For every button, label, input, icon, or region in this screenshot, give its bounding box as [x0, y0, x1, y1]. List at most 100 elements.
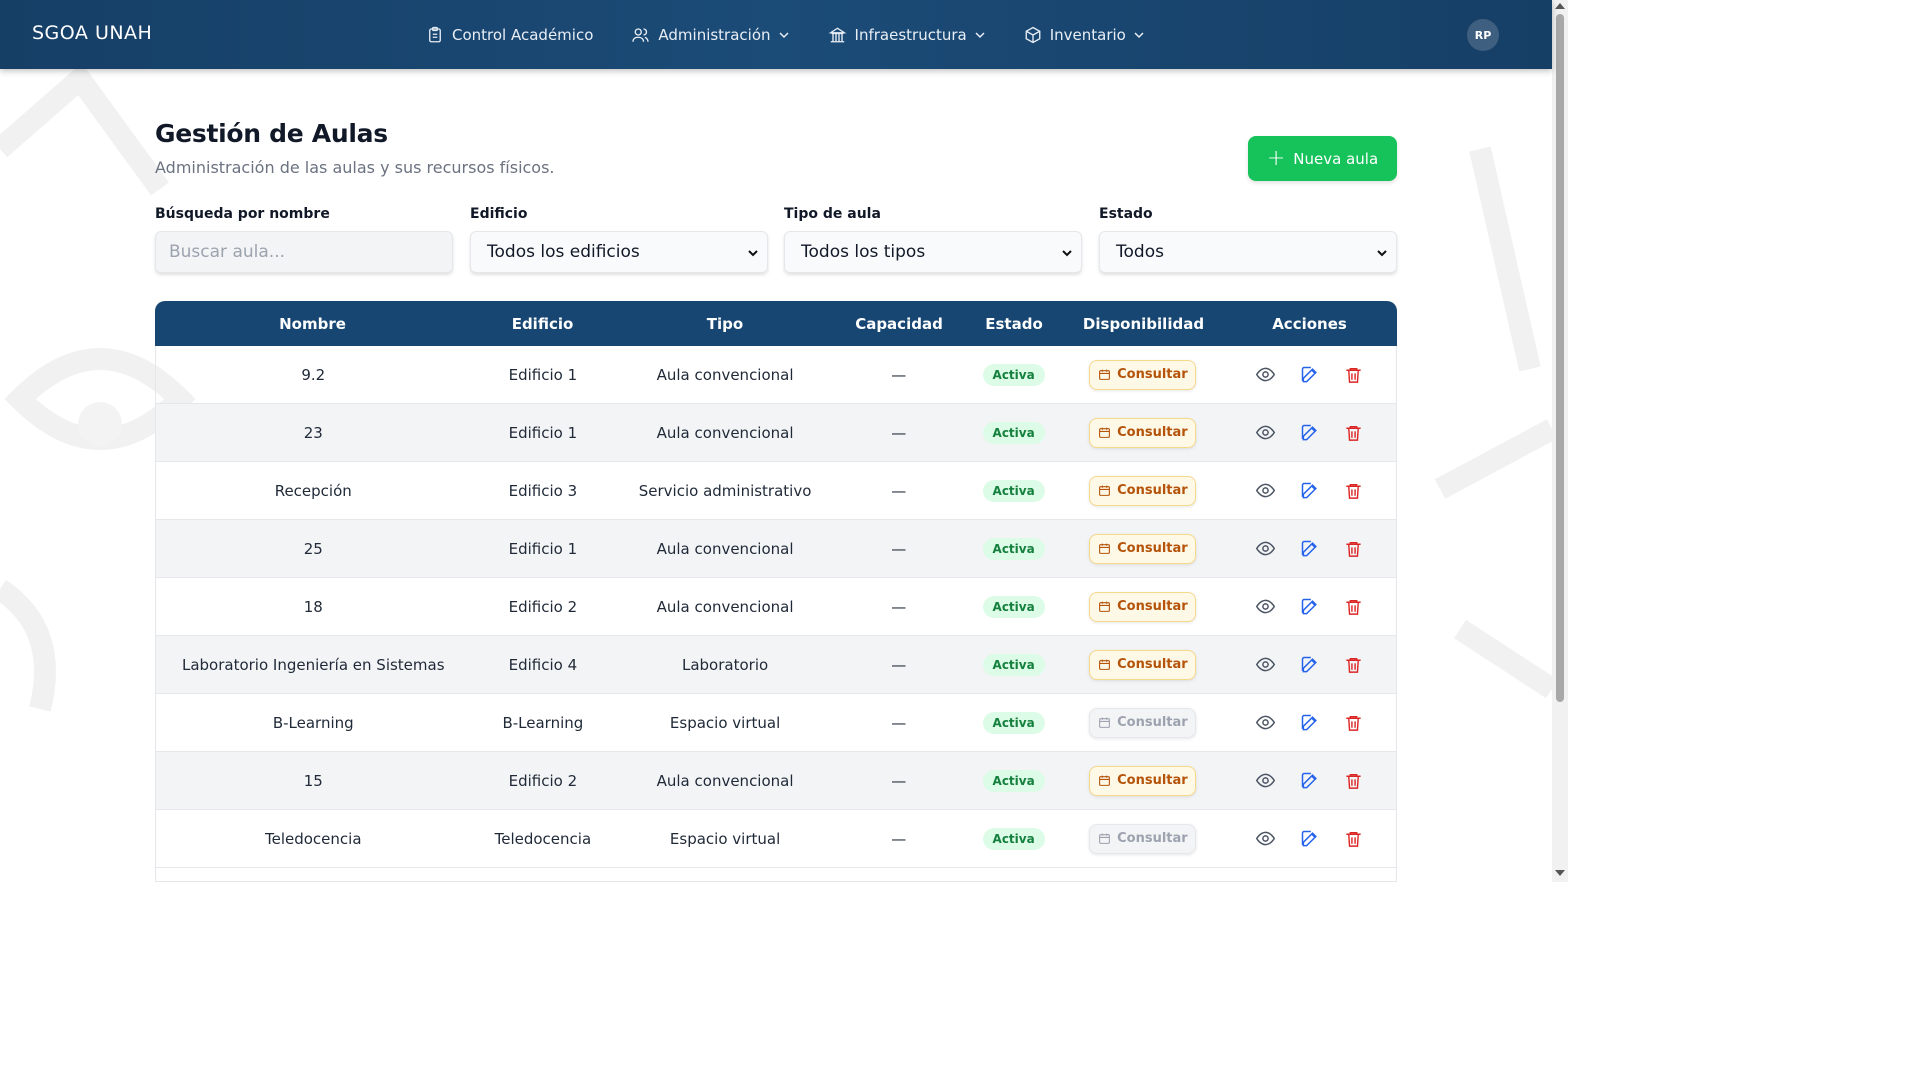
view-icon[interactable]	[1255, 654, 1276, 675]
search-input[interactable]: Buscar aula...	[155, 231, 453, 273]
delete-icon[interactable]	[1344, 481, 1363, 501]
status-badge: Activa	[982, 711, 1045, 734]
calendar-icon	[1099, 485, 1111, 496]
filter-label: Edificio	[470, 206, 528, 222]
building-select[interactable]: Todos los edificios	[470, 231, 768, 273]
column-header[interactable]: Capacidad	[835, 315, 963, 333]
edit-icon[interactable]	[1300, 713, 1320, 733]
edit-icon[interactable]	[1300, 829, 1320, 849]
column-header[interactable]: Edificio	[470, 315, 615, 333]
table-row[interactable]: 18 Edificio 2 Aula convencional — Activa…	[155, 578, 1397, 636]
delete-icon[interactable]	[1344, 539, 1363, 559]
view-icon[interactable]	[1255, 596, 1276, 617]
cell-capacity: —	[891, 829, 907, 848]
delete-icon[interactable]	[1344, 423, 1363, 443]
consult-button[interactable]: Consultar	[1089, 475, 1197, 506]
cell-availability: Consultar	[1065, 533, 1222, 564]
column-header[interactable]: Tipo	[615, 315, 835, 333]
cell-type: Aula convencional	[656, 771, 794, 790]
filter-label: Estado	[1099, 206, 1153, 222]
column-header[interactable]: Nombre	[155, 315, 470, 333]
cell-availability: Consultar	[1065, 649, 1222, 680]
edit-icon[interactable]	[1300, 597, 1320, 617]
page-scrollbar[interactable]	[1552, 0, 1568, 882]
table-row[interactable]: Teledocencia Teledocencia Espacio virtua…	[155, 810, 1397, 868]
consult-label: Consultar	[1117, 599, 1188, 614]
edit-icon[interactable]	[1300, 423, 1320, 443]
delete-icon[interactable]	[1344, 655, 1363, 675]
table-row[interactable]: Recepción Edificio 3 Servicio administra…	[155, 462, 1397, 520]
calendar-icon	[1099, 543, 1111, 554]
cell-capacity: —	[891, 771, 907, 790]
consult-button[interactable]: Consultar	[1089, 649, 1197, 680]
view-icon[interactable]	[1255, 364, 1276, 385]
table-row[interactable]: 25 Edificio 1 Aula convencional — Activa…	[155, 520, 1397, 578]
nav-label: Inventario	[1049, 25, 1126, 44]
cell-status: Activa	[963, 827, 1065, 850]
edit-icon[interactable]	[1300, 539, 1320, 559]
cell-availability: Consultar	[1065, 765, 1222, 796]
view-icon[interactable]	[1255, 712, 1276, 733]
delete-icon[interactable]	[1344, 597, 1363, 617]
delete-icon[interactable]	[1344, 365, 1363, 385]
cell-actions	[1221, 480, 1396, 501]
consult-button[interactable]: Consultar	[1089, 533, 1197, 564]
cell-type: Servicio administrativo	[638, 481, 812, 500]
column-header[interactable]: Acciones	[1222, 315, 1397, 333]
edit-icon[interactable]	[1300, 365, 1320, 385]
edit-icon[interactable]	[1300, 481, 1320, 501]
calendar-icon	[1099, 369, 1111, 380]
edit-icon[interactable]	[1300, 655, 1320, 675]
nav-inventario[interactable]: Inventario	[1024, 26, 1145, 44]
cell-name: Laboratorio Ingeniería en Sistemas	[181, 655, 445, 674]
status-select[interactable]: Todos	[1099, 231, 1397, 273]
nav-control-academico[interactable]: Control Académico	[426, 26, 593, 44]
view-icon[interactable]	[1255, 422, 1276, 443]
cell-actions	[1221, 828, 1396, 849]
consult-button[interactable]: Consultar	[1089, 359, 1197, 390]
cell-status: Activa	[963, 537, 1065, 560]
nav-infraestructura[interactable]: Infraestructura	[828, 26, 986, 44]
consult-label: Consultar	[1117, 715, 1188, 730]
table-row[interactable]: 9.2 Edificio 1 Aula convencional — Activ…	[155, 346, 1397, 404]
chevron-down-icon	[1134, 31, 1144, 38]
cell-availability: Consultar	[1065, 707, 1222, 738]
consult-button: Consultar	[1089, 823, 1197, 854]
scroll-up-arrow[interactable]	[1555, 3, 1565, 9]
cell-actions	[1221, 596, 1396, 617]
column-header[interactable]: Estado	[963, 315, 1065, 333]
new-classroom-button[interactable]: + Nueva aula	[1248, 136, 1397, 181]
consult-button[interactable]: Consultar	[1089, 591, 1197, 622]
nav-label: Infraestructura	[854, 25, 967, 44]
users-icon	[632, 27, 650, 42]
user-avatar[interactable]: RP	[1467, 19, 1499, 51]
cell-capacity: —	[891, 655, 907, 674]
scroll-thumb[interactable]	[1556, 14, 1564, 702]
filter-type: Tipo de aula Todos los tipos	[784, 206, 1082, 273]
cell-name: 23	[303, 423, 323, 442]
column-header[interactable]: Disponibilidad	[1065, 315, 1222, 333]
delete-icon[interactable]	[1344, 771, 1363, 791]
view-icon[interactable]	[1255, 770, 1276, 791]
cell-building: Edificio 1	[508, 365, 578, 384]
delete-icon[interactable]	[1344, 829, 1363, 849]
consult-button[interactable]: Consultar	[1089, 765, 1197, 796]
view-icon[interactable]	[1255, 480, 1276, 501]
scroll-down-arrow[interactable]	[1555, 870, 1565, 876]
table-row[interactable]: 23 Edificio 1 Aula convencional — Activa…	[155, 404, 1397, 462]
view-icon[interactable]	[1255, 538, 1276, 559]
calendar-icon	[1099, 833, 1111, 844]
brand-logo-text[interactable]: SGOA UNAH	[32, 22, 152, 44]
cell-actions	[1221, 538, 1396, 559]
nav-administracion[interactable]: Administración	[631, 26, 789, 44]
type-select[interactable]: Todos los tipos	[784, 231, 1082, 273]
building-icon	[828, 26, 847, 42]
delete-icon[interactable]	[1344, 713, 1363, 733]
edit-icon[interactable]	[1300, 771, 1320, 791]
table-row[interactable]: Laboratorio Ingeniería en Sistemas Edifi…	[155, 636, 1397, 694]
view-icon[interactable]	[1255, 828, 1276, 849]
table-row[interactable]: B-Learning B-Learning Espacio virtual — …	[155, 694, 1397, 752]
table-row[interactable]: 15 Edificio 2 Aula convencional — Activa…	[155, 752, 1397, 810]
consult-button[interactable]: Consultar	[1089, 417, 1197, 448]
chevron-down-icon	[1062, 250, 1072, 257]
